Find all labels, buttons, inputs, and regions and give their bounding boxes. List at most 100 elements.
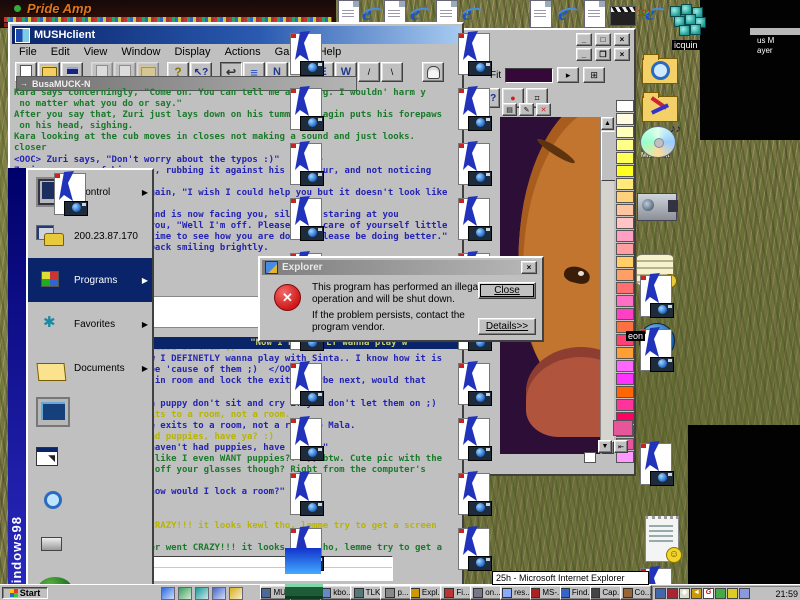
find-folder-icon[interactable] [642, 58, 678, 84]
palette-swatch[interactable] [616, 282, 634, 294]
start-menu-item[interactable] [28, 478, 152, 522]
page-tray-icon[interactable] [715, 588, 726, 599]
video-camera-icon[interactable] [637, 193, 677, 221]
canvas-vertical-scrollbar[interactable]: ▲ ▼ [600, 117, 614, 454]
paintshop-child-caption-buttons[interactable]: _ ❐ × [575, 48, 630, 61]
delete-button[interactable]: ✕ [536, 103, 551, 116]
task-button[interactable]: p... [380, 585, 412, 600]
start-menu-item[interactable] [28, 434, 152, 478]
start-menu-item-programs[interactable]: Programs▶ [28, 258, 152, 302]
hand-button[interactable] [422, 62, 444, 82]
start-menu-item-2002387170[interactable]: 200.23.87.170 [28, 214, 152, 258]
palette-swatch[interactable] [616, 243, 634, 255]
maximize-button[interactable]: □ [595, 33, 611, 46]
transform-tool-button[interactable]: ⊞ [583, 67, 605, 83]
palette-swatch[interactable] [616, 126, 634, 138]
child-restore-button[interactable]: ❐ [595, 48, 611, 61]
display-tray-icon[interactable] [655, 588, 666, 599]
child-close-button[interactable]: × [614, 48, 630, 61]
task-button[interactable]: Find... [560, 585, 592, 600]
internet-explorer-icon[interactable]: e [362, 2, 372, 24]
palette-swatch[interactable] [616, 386, 634, 398]
palette-swatch[interactable] [616, 256, 634, 268]
palette-pink-swatch[interactable] [613, 420, 633, 436]
palette-swatch[interactable] [616, 230, 634, 242]
start-menu-item-documents[interactable]: Documents▶ [28, 346, 152, 390]
internet-explorer-icon[interactable]: e [410, 2, 420, 24]
pointer-tool-button[interactable]: ▸ [557, 67, 579, 83]
grid-button[interactable]: ▤ [502, 103, 517, 116]
close-button[interactable]: Close [478, 282, 536, 299]
palette-swatch[interactable] [616, 113, 634, 125]
notes-tray-icon[interactable] [727, 588, 738, 599]
task-button[interactable]: Co... [620, 585, 652, 600]
start-button[interactable]: Start [2, 587, 48, 599]
diamond-tray-icon[interactable]: ◆ [679, 588, 690, 599]
task-button[interactable]: Expl... [410, 585, 442, 600]
notepad-smiley-icon[interactable] [645, 516, 679, 562]
scroll-up-button[interactable]: ▲ [601, 117, 614, 130]
quick-launch-icon[interactable] [229, 587, 243, 600]
task-button[interactable]: res... [500, 585, 532, 600]
palette-swatch[interactable] [616, 178, 634, 190]
dialog-close-icon[interactable]: × [521, 261, 537, 274]
palette-swatch[interactable] [616, 399, 634, 411]
palette-swatch[interactable] [616, 100, 634, 112]
child-minimize-button[interactable]: _ [576, 48, 592, 61]
palette-swatch[interactable] [616, 360, 634, 372]
task-button[interactable]: on... [470, 585, 502, 600]
menu-edit[interactable]: Edit [44, 46, 77, 58]
document-icon[interactable] [584, 0, 606, 28]
task-button[interactable]: TLK [350, 585, 382, 600]
palette-swatch[interactable] [616, 152, 634, 164]
document-icon[interactable] [530, 0, 552, 28]
error-dialog-titlebar[interactable]: Explorer × [262, 260, 540, 275]
task-button[interactable]: MS-... [530, 585, 562, 600]
clapper-icon[interactable] [610, 6, 636, 26]
start-menu-item-favorites[interactable]: Favorites▶ [28, 302, 152, 346]
minimize-button[interactable]: _ [576, 33, 592, 46]
menu-window[interactable]: Window [114, 46, 167, 58]
quick-launch-icon[interactable] [178, 587, 192, 600]
diag-up-button[interactable]: / [358, 62, 380, 82]
mushclient-menubar[interactable]: FileEditViewWindowDisplayActionsGameHelp [12, 44, 460, 59]
task-button[interactable]: Cap... [590, 585, 622, 600]
quick-launch-icon[interactable] [161, 587, 175, 600]
system-tray[interactable]: ◆◄G21:59 [652, 586, 800, 600]
modem-tray-icon[interactable] [667, 588, 678, 599]
palette-swatch[interactable] [616, 347, 634, 359]
palette-swatch[interactable] [616, 191, 634, 203]
palette-swatch[interactable] [616, 217, 634, 229]
quick-launch[interactable] [158, 587, 243, 600]
tools-folder-icon[interactable] [642, 96, 678, 122]
start-menu-item[interactable] [28, 390, 152, 434]
diag-down-button[interactable]: \ [381, 62, 403, 82]
pen-button[interactable]: ✎ [519, 103, 534, 116]
palette-swatch[interactable] [616, 139, 634, 151]
icq-icon[interactable] [668, 4, 706, 38]
task-button[interactable]: Fi... [440, 585, 472, 600]
details-button[interactable]: Details>> [478, 318, 536, 335]
close-button[interactable]: × [614, 33, 630, 46]
palette-scroll-down-button[interactable]: ▼ [598, 440, 612, 453]
paintshop-caption-buttons[interactable]: _ □ × [575, 33, 630, 46]
internet-explorer-icon[interactable]: e [462, 2, 472, 24]
menu-file[interactable]: File [12, 46, 44, 58]
palette-swatch[interactable] [616, 269, 634, 281]
color-palette[interactable] [615, 98, 633, 432]
active-color-swatch[interactable] [505, 68, 553, 83]
palette-swatch[interactable] [616, 373, 634, 385]
cd-music-icon[interactable]: ♪♪ [640, 126, 676, 158]
mail-tray-icon[interactable] [739, 588, 750, 599]
palette-swatch[interactable] [616, 295, 634, 307]
start-menu-item-control[interactable]: Control▶ [28, 170, 152, 214]
start-menu-item[interactable] [28, 522, 152, 566]
error-dialog[interactable]: Explorer × ✕ This program has performed … [258, 256, 544, 342]
quick-launch-icon[interactable] [212, 587, 226, 600]
palette-swatch[interactable] [616, 165, 634, 177]
palette-swatch[interactable] [616, 204, 634, 216]
arrow-tray-icon[interactable]: ◄ [691, 588, 702, 599]
task-button[interactable]: kbo... [320, 585, 352, 600]
palette-first-button[interactable]: ⇤ [614, 440, 628, 453]
internet-explorer-icon[interactable]: e [558, 2, 568, 24]
